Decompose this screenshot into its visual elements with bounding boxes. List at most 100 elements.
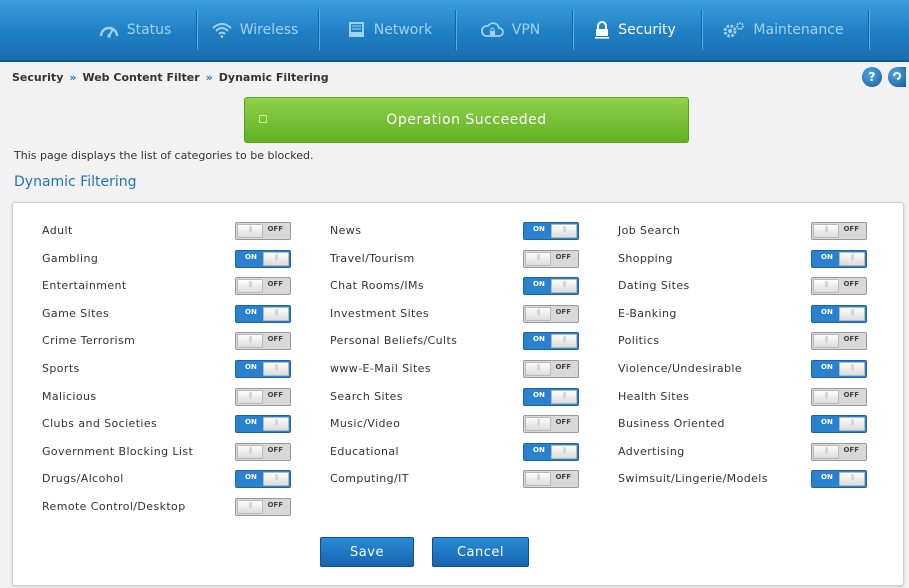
category-toggle[interactable]: ON [811, 470, 867, 489]
toggle-knob [525, 306, 551, 321]
divider [318, 10, 319, 50]
tab-security[interactable]: Security [580, 0, 690, 60]
category-toggle[interactable]: OFF [235, 222, 291, 240]
category-toggle[interactable]: OFF [811, 222, 867, 240]
toggle-knob [839, 251, 865, 266]
support-button[interactable] [888, 67, 906, 87]
toggle-knob [263, 417, 289, 432]
category-toggle[interactable]: ON [235, 360, 291, 378]
toggle-knob [263, 306, 289, 321]
toggle-state-label: OFF [843, 390, 859, 399]
toggle-knob [813, 334, 839, 349]
category-toggle[interactable]: OFF [811, 277, 867, 296]
toggle-state-label: ON [245, 363, 257, 371]
toggle-state-label: OFF [555, 473, 571, 482]
toggle-state-label: ON [821, 307, 833, 316]
toggle-state-label: OFF [267, 501, 283, 509]
category-toggle[interactable]: ON [523, 277, 579, 296]
breadcrumb-separator: » [69, 71, 77, 84]
toggle-state-label: OFF [267, 335, 283, 344]
tab-wireless[interactable]: Wireless [200, 0, 310, 60]
toggle-knob [551, 389, 577, 404]
category-toggle[interactable]: OFF [235, 442, 291, 461]
tab-label: Maintenance [753, 22, 844, 38]
category-label: E-Banking [618, 306, 677, 320]
category-toggle[interactable]: OFF [235, 387, 291, 406]
category-toggle[interactable]: ON [523, 387, 579, 406]
category-toggle[interactable]: OFF [523, 360, 579, 378]
tab-label: Status [126, 22, 172, 38]
divider [196, 10, 197, 50]
category-toggle[interactable]: ON [235, 415, 291, 434]
toggle-state-label: ON [821, 418, 833, 427]
category-toggle[interactable]: OFF [811, 332, 867, 351]
tab-network[interactable]: Network [330, 0, 450, 60]
toggle-knob [813, 279, 839, 294]
category-toggle[interactable]: ON [235, 470, 291, 489]
category-toggle[interactable]: OFF [235, 498, 291, 516]
cancel-button[interactable]: Cancel [432, 537, 529, 567]
toggle-knob [237, 279, 263, 294]
category-label: News [330, 224, 362, 237]
monitor-icon [348, 22, 366, 38]
toggle-knob [525, 362, 551, 376]
toggle-knob [813, 444, 839, 459]
category-toggle[interactable]: OFF [811, 442, 867, 461]
category-toggle[interactable]: ON [523, 442, 579, 461]
category-label: Search Sites [330, 389, 403, 403]
toggle-state-label: ON [245, 473, 257, 482]
category-label: Politics [618, 334, 660, 348]
category-label: Game Sites [42, 306, 110, 320]
toggle-knob [525, 472, 551, 487]
category-label: Government Blocking List [42, 444, 194, 458]
toggle-knob [263, 472, 289, 487]
gauge-icon [99, 22, 119, 38]
toggle-state-label: ON [245, 252, 257, 261]
category-toggle[interactable]: OFF [235, 277, 291, 296]
toggle-knob [551, 334, 577, 349]
category-label: Remote Control/Desktop [42, 500, 186, 513]
category-label: Entertainment [42, 279, 127, 293]
category-label: Sports [42, 362, 80, 375]
save-button[interactable]: Save [320, 537, 414, 567]
category-toggle[interactable]: ON [523, 332, 579, 351]
category-toggle[interactable]: ON [235, 249, 291, 268]
toggle-state-label: OFF [267, 280, 283, 289]
breadcrumb-item-web-content-filter[interactable]: Web Content Filter [82, 71, 199, 84]
toggle-state-label: ON [245, 307, 257, 316]
breadcrumb-separator: » [205, 71, 213, 84]
toggle-knob [237, 224, 263, 238]
category-toggle[interactable]: OFF [523, 415, 579, 434]
category-toggle[interactable]: ON [811, 415, 867, 434]
categories-panel [12, 202, 904, 586]
category-toggle[interactable]: OFF [523, 470, 579, 489]
category-toggle[interactable]: ON [811, 249, 867, 268]
toggle-knob [525, 417, 551, 432]
help-button[interactable]: ? [862, 67, 882, 87]
category-toggle[interactable]: OFF [235, 332, 291, 351]
category-toggle[interactable]: ON [235, 304, 291, 323]
category-label: www-E-Mail Sites [330, 362, 431, 375]
toggle-knob [263, 362, 289, 376]
category-label: Investment Sites [330, 306, 430, 320]
category-toggle[interactable]: OFF [811, 387, 867, 406]
category-toggle[interactable]: ON [811, 304, 867, 323]
toggle-state-label: ON [245, 418, 257, 427]
tab-vpn[interactable]: VPN [460, 0, 560, 60]
category-toggle[interactable]: ON [523, 222, 579, 240]
breadcrumb-item-security[interactable]: Security [12, 71, 63, 84]
category-label: Advertising [618, 444, 685, 458]
tab-status[interactable]: Status [80, 0, 190, 60]
toggle-state-label: OFF [267, 445, 283, 454]
toggle-state-label: ON [821, 473, 833, 482]
category-label: Clubs and Societies [42, 417, 158, 431]
toggle-state-label: OFF [843, 225, 859, 233]
tab-maintenance[interactable]: Maintenance [710, 0, 855, 60]
toggle-state-label: OFF [267, 390, 283, 399]
toggle-state-label: OFF [843, 335, 859, 344]
category-toggle[interactable]: OFF [523, 249, 579, 268]
category-toggle[interactable]: OFF [523, 304, 579, 323]
toggle-state-label: OFF [555, 307, 571, 316]
category-toggle[interactable]: ON [811, 360, 867, 378]
toggle-knob [237, 500, 263, 514]
